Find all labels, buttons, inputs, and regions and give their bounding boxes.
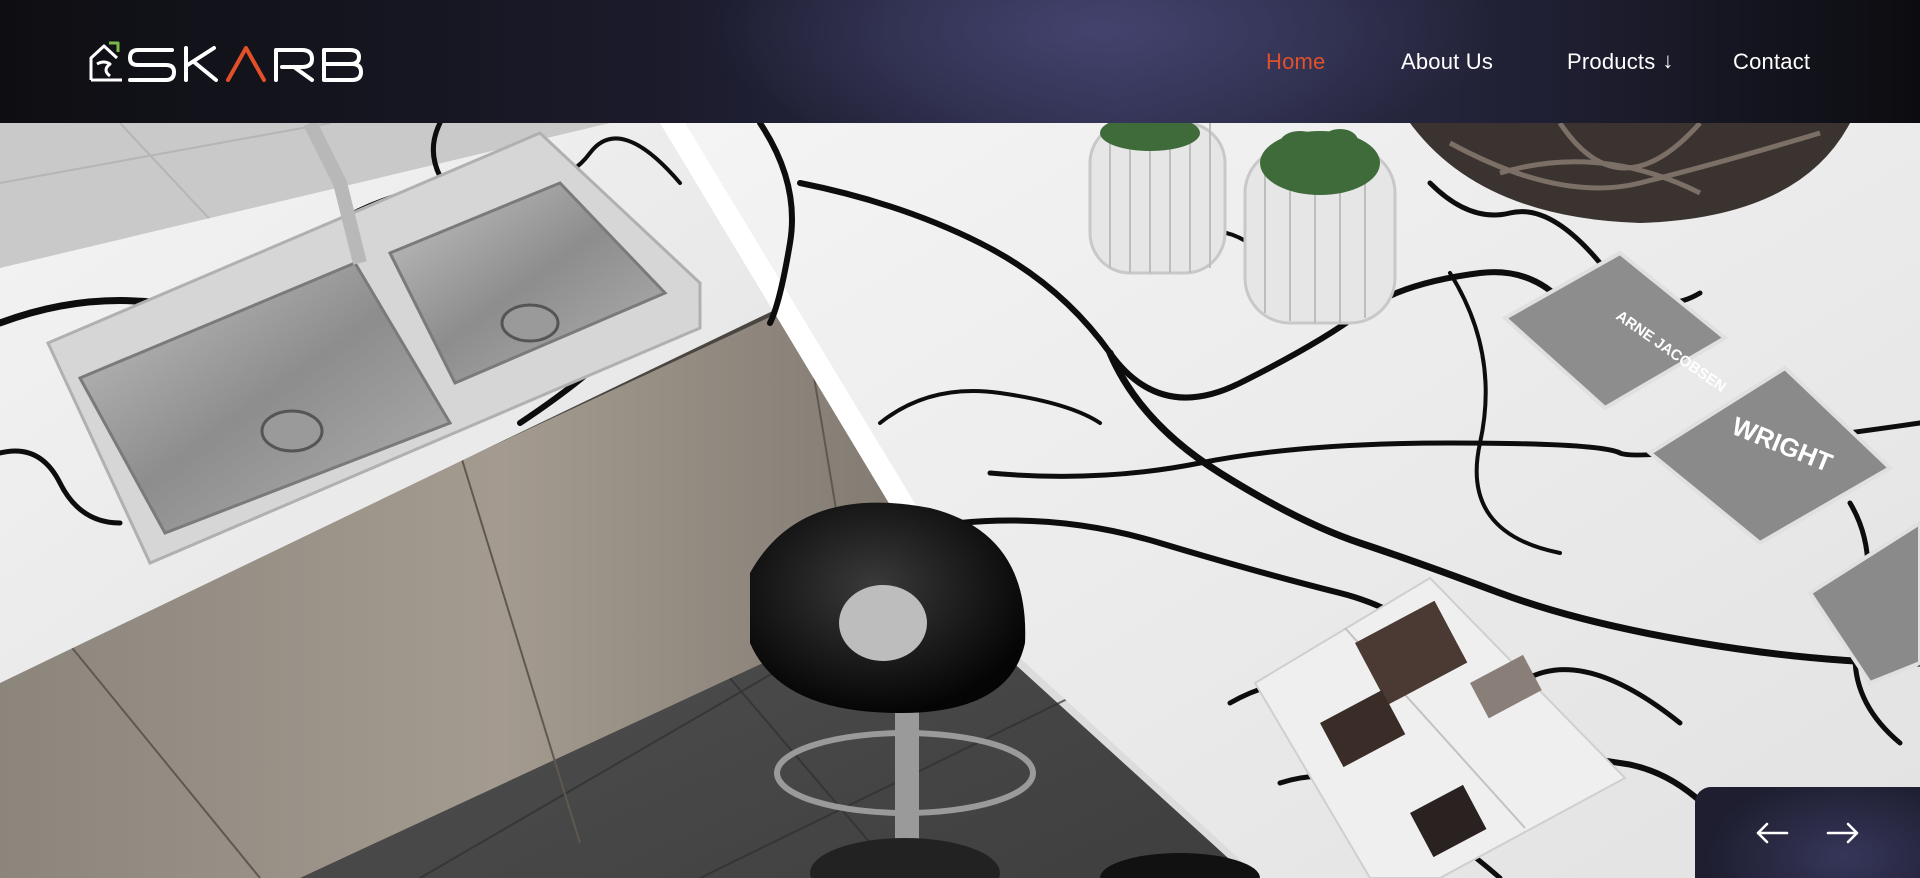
slider-controls [1695, 787, 1920, 878]
slider-next-button[interactable] [1823, 817, 1863, 849]
nav-contact[interactable]: Contact [1733, 49, 1810, 75]
kitchen-scene-illustration: ARNE JACOBSEN WRIGHT [0, 123, 1920, 878]
arrow-right-icon [1826, 822, 1859, 844]
arrow-down-icon: ↓ [1662, 48, 1674, 73]
nav-home[interactable]: Home [1266, 49, 1326, 75]
slider-prev-button[interactable] [1752, 817, 1792, 849]
hero-image: ARNE JACOBSEN WRIGHT [0, 123, 1920, 878]
main-nav: Home About Us Products ↓ Contact [0, 48, 1920, 79]
nav-products-label: Products [1567, 49, 1656, 74]
site-header: Home About Us Products ↓ Contact [0, 0, 1920, 123]
arrow-left-icon [1756, 822, 1789, 844]
nav-about-us[interactable]: About Us [1401, 49, 1493, 75]
nav-products[interactable]: Products ↓ [1567, 48, 1674, 75]
